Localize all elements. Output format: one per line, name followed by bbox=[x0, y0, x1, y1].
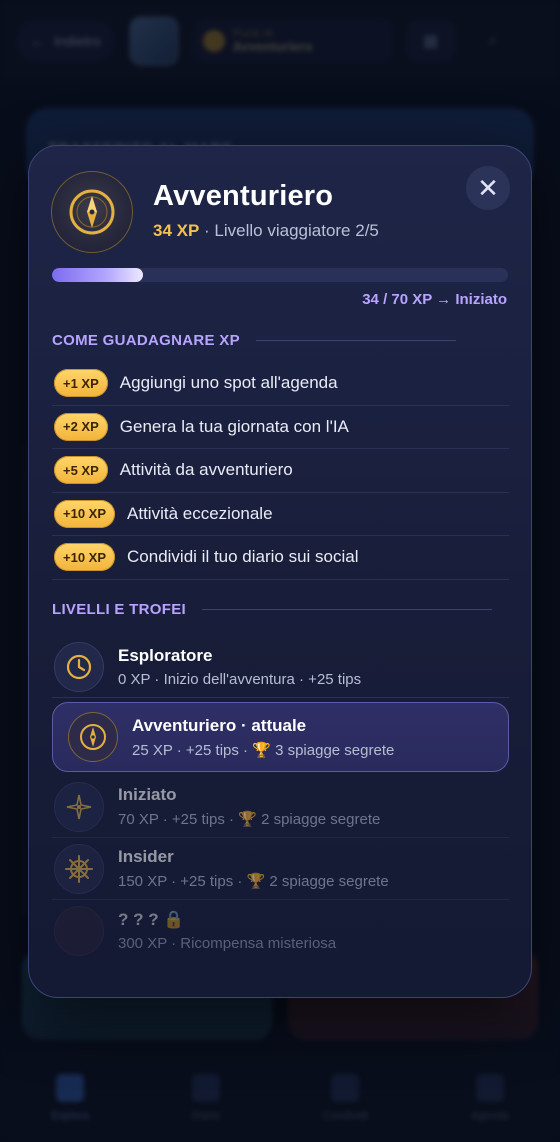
lock-icon: 🔒 bbox=[163, 910, 185, 929]
xp-value: 34 XP bbox=[153, 221, 200, 240]
earn-section-header: COME GUADAGNARE XP bbox=[52, 332, 518, 349]
level-name: Avventuriero · attuale bbox=[132, 715, 307, 735]
level-meta-prefix: 150 XP · +25 tips · bbox=[118, 873, 247, 890]
section-divider bbox=[201, 609, 492, 610]
compass-icon bbox=[51, 171, 133, 253]
level-row-insider[interactable]: Insider 150 XP · +25 tips · 🏆 2 spiagge … bbox=[52, 838, 509, 900]
level-meta-suffix: 2 spiagge segrete bbox=[256, 811, 381, 828]
earn-item: +10 XP Condividi il tuo diario sui socia… bbox=[52, 536, 509, 580]
earn-item: +2 XP Genera la tua giornata con l'IA bbox=[52, 406, 509, 449]
section-divider bbox=[255, 340, 456, 341]
level-row-avventuriero-current[interactable]: Avventuriero · attuale 25 XP · +25 tips … bbox=[52, 702, 509, 772]
level-name: ? ? ? 🔒 bbox=[118, 910, 336, 930]
earn-section-title: COME GUADAGNARE XP bbox=[52, 332, 240, 349]
ship-wheel-icon bbox=[54, 843, 104, 894]
level-meta-suffix: 2 spiagge segrete bbox=[265, 873, 389, 890]
earn-list: +1 XP Aggiungi uno spot all'agenda +2 XP… bbox=[52, 362, 509, 580]
xp-chip: +1 XP bbox=[54, 369, 108, 398]
earn-item: +10 XP Attività eccezionale bbox=[52, 493, 509, 536]
level-meta-prefix: 70 XP · +25 tips · bbox=[118, 811, 239, 828]
compass-icon bbox=[68, 712, 118, 762]
xp-chip: +5 XP bbox=[54, 456, 108, 485]
level-name: Iniziato bbox=[118, 785, 177, 804]
earn-label: Attività eccezionale bbox=[127, 503, 273, 523]
level-meta: 70 XP · +25 tips · 🏆 2 spiagge segrete bbox=[118, 810, 380, 828]
level-meta: 0 XP · Inizio dell'avventura · +25 tips bbox=[118, 670, 362, 688]
level-meta: 25 XP · +25 tips · 🏆 3 spiagge segrete bbox=[132, 741, 394, 759]
clock-icon bbox=[54, 641, 104, 692]
progress-text: 34 / 70 XP → Iniziato bbox=[362, 291, 507, 308]
modal-title: Avventuriero bbox=[153, 180, 334, 212]
level-meta: 150 XP · +25 tips · 🏆 2 spiagge segrete bbox=[118, 872, 389, 890]
earn-label: Aggiungi uno spot all'agenda bbox=[119, 373, 338, 393]
level-text: · Livello viaggiatore 2/5 bbox=[204, 221, 379, 240]
xp-chip: +2 XP bbox=[54, 412, 108, 441]
earn-item: +5 XP Attività da avventuriero bbox=[52, 449, 509, 493]
level-row-esploratore[interactable]: Esploratore 0 XP · Inizio dell'avventura… bbox=[52, 636, 509, 698]
levels-section-header: LIVELLI E TROFEI bbox=[52, 601, 518, 618]
level-name: Esploratore bbox=[118, 645, 213, 665]
close-button[interactable]: ✕ bbox=[466, 166, 510, 210]
mystery-name: ? ? ? bbox=[118, 910, 159, 929]
xp-chip: +10 XP bbox=[54, 499, 116, 528]
earn-item: +1 XP Aggiungi uno spot all'agenda bbox=[52, 362, 509, 406]
earn-label: Genera la tua giornata con l'IA bbox=[119, 416, 349, 436]
trophy-icon: 🏆 bbox=[252, 741, 271, 759]
compass-rose-icon bbox=[54, 781, 104, 832]
levels-section-title: LIVELLI E TROFEI bbox=[52, 601, 186, 618]
earn-label: Attività da avventuriero bbox=[119, 460, 293, 480]
level-name: Insider bbox=[118, 847, 174, 866]
xp-progress-fill bbox=[52, 268, 144, 282]
level-row-mystery[interactable]: ? ? ? 🔒 300 XP · Ricompensa misteriosa bbox=[52, 900, 509, 962]
level-modal: Avventuriero 34 XP · Livello viaggiatore… bbox=[28, 145, 532, 998]
xp-summary: 34 XP · Livello viaggiatore 2/5 bbox=[153, 221, 379, 241]
level-row-iniziato[interactable]: Iniziato 70 XP · +25 tips · 🏆 2 spiagge … bbox=[52, 776, 509, 838]
levels-list: Esploratore 0 XP · Inizio dell'avventura… bbox=[52, 636, 509, 962]
level-meta-suffix: 3 spiagge segrete bbox=[270, 741, 395, 759]
xp-chip: +10 XP bbox=[54, 543, 116, 572]
earn-label: Condividi il tuo diario sui social bbox=[127, 547, 359, 567]
level-meta: 300 XP · Ricompensa misteriosa bbox=[118, 935, 337, 952]
xp-progress-bar bbox=[52, 268, 508, 282]
trophy-icon: 🏆 bbox=[238, 811, 257, 828]
close-icon: ✕ bbox=[477, 173, 499, 203]
mystery-icon bbox=[54, 906, 104, 956]
level-meta-prefix: 25 XP · +25 tips · bbox=[132, 741, 253, 759]
trophy-icon: 🏆 bbox=[246, 873, 266, 890]
